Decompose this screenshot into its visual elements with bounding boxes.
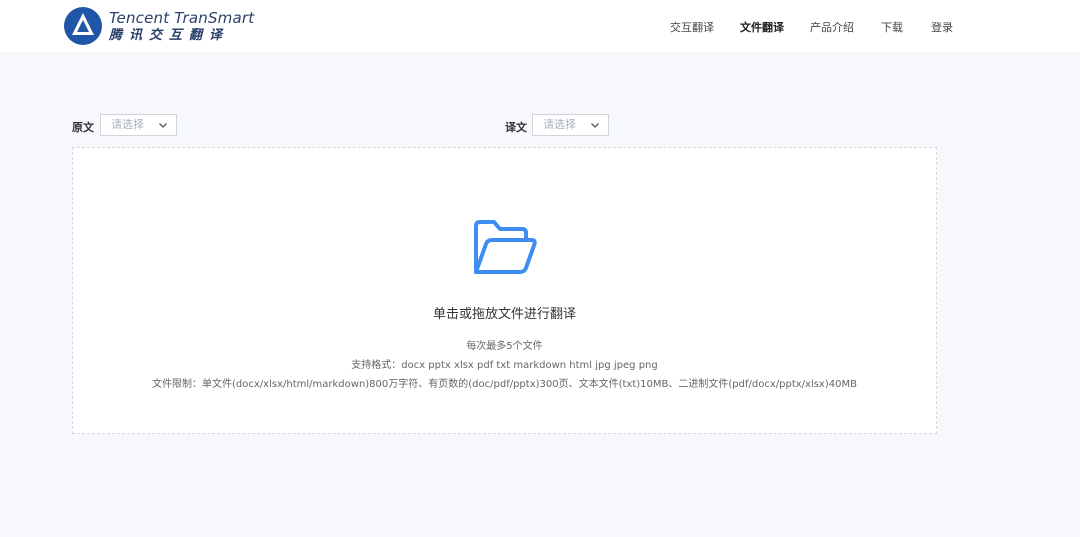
source-language-label: 原文 — [72, 121, 94, 134]
language-selector-row: 原文 请选择 译文 请选择 — [0, 114, 1080, 138]
nav-item-interactive-translate[interactable]: 交互翻译 — [670, 19, 714, 35]
source-language-placeholder: 请选择 — [111, 118, 144, 131]
top-header: Tencent TranSmart 腾讯交互翻译 交互翻译 文件翻译 产品介绍 … — [0, 0, 1080, 52]
file-drop-zone[interactable]: 单击或拖放文件进行翻译 每次最多5个文件 支持格式：docx pptx xlsx… — [72, 147, 937, 434]
target-language-placeholder: 请选择 — [543, 118, 576, 131]
folder-open-icon — [474, 220, 537, 274]
file-limits-note: 文件限制：单文件(docx/xlsx/html/markdown)800万字符、… — [152, 379, 857, 390]
nav-item-login[interactable]: 登录 — [931, 19, 953, 35]
nav-item-product-intro[interactable]: 产品介绍 — [810, 19, 854, 35]
chevron-down-icon — [159, 123, 167, 128]
drop-zone-title: 单击或拖放文件进行翻译 — [432, 307, 576, 322]
target-language-select[interactable]: 请选择 — [532, 114, 609, 136]
source-language-select[interactable]: 请选择 — [100, 114, 177, 136]
nav-item-download[interactable]: 下载 — [881, 19, 903, 35]
target-language-label: 译文 — [505, 121, 527, 134]
max-files-note: 每次最多5个文件 — [466, 341, 543, 352]
nav-item-file-translate[interactable]: 文件翻译 — [740, 19, 784, 35]
main-nav: 交互翻译 文件翻译 产品介绍 下载 登录 — [0, 19, 1080, 35]
chevron-down-icon — [591, 123, 599, 128]
supported-formats-note: 支持格式：docx pptx xlsx pdf txt markdown htm… — [351, 360, 658, 371]
